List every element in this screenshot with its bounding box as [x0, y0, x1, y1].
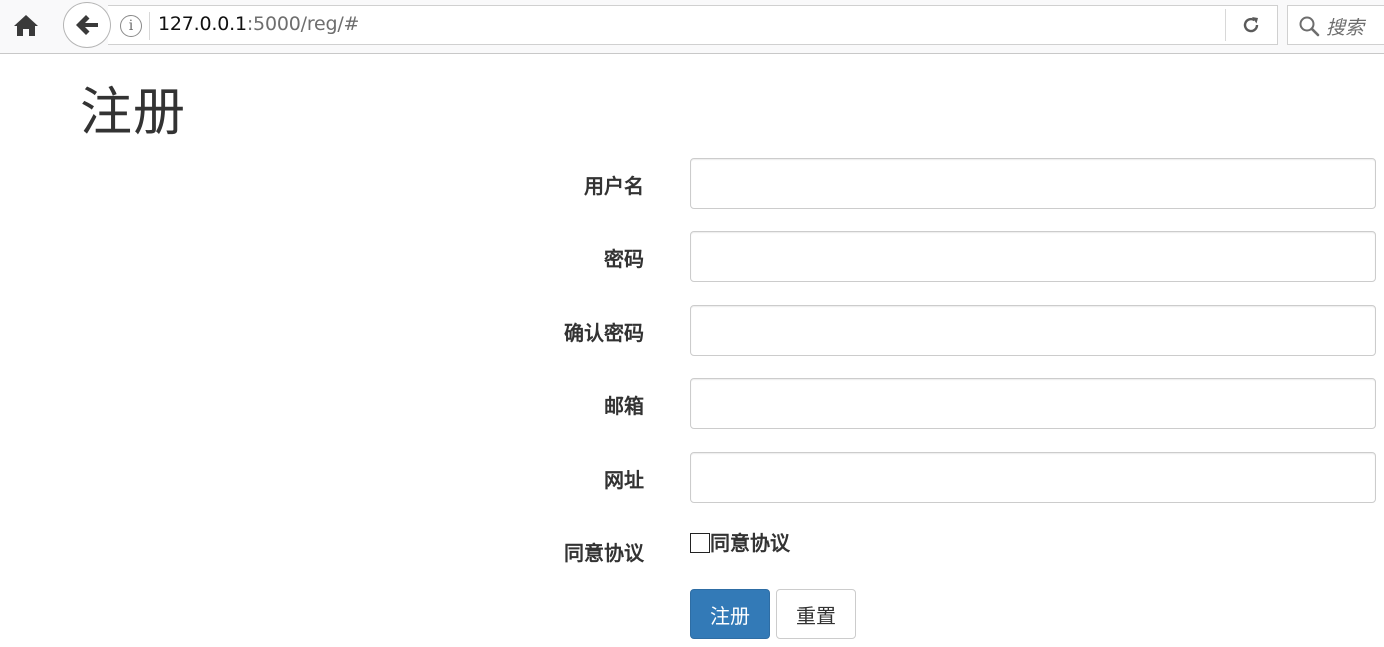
back-button[interactable]	[63, 2, 111, 48]
url-host: 127.0.0.1	[158, 13, 247, 35]
home-icon	[14, 15, 38, 36]
form-row-password: 密码	[0, 231, 1384, 283]
confirm-password-input[interactable]	[690, 305, 1376, 356]
browser-toolbar: i 127.0.0.1:5000/reg/# 搜索	[0, 0, 1384, 54]
page-title: 注册	[80, 83, 187, 143]
agree-checkbox-text[interactable]: 同意协议	[710, 530, 790, 556]
info-icon[interactable]: i	[120, 15, 142, 37]
form-row-website: 网址	[0, 452, 1384, 504]
reset-button[interactable]: 重置	[776, 589, 856, 639]
agree-checkbox[interactable]	[690, 533, 710, 553]
website-label: 网址	[604, 468, 644, 492]
back-arrow-icon	[76, 15, 98, 35]
email-label: 邮箱	[604, 394, 644, 418]
email-input[interactable]	[690, 378, 1376, 429]
website-input[interactable]	[690, 452, 1376, 503]
agree-label: 同意协议	[564, 541, 644, 565]
form-row-email: 邮箱	[0, 378, 1384, 430]
search-bar[interactable]: 搜索	[1287, 5, 1384, 45]
password-label: 密码	[604, 247, 644, 271]
confirm-password-label: 确认密码	[564, 321, 644, 345]
search-icon	[1299, 16, 1320, 37]
url-divider	[149, 12, 150, 40]
reload-button[interactable]	[1235, 12, 1267, 38]
url-bar[interactable]: i 127.0.0.1:5000/reg/#	[108, 5, 1278, 45]
register-button[interactable]: 注册	[690, 589, 770, 639]
home-button[interactable]	[6, 7, 46, 43]
form-row-confirm-password: 确认密码	[0, 305, 1384, 357]
search-placeholder: 搜索	[1326, 17, 1365, 39]
password-input[interactable]	[690, 231, 1376, 282]
form-row-username: 用户名	[0, 158, 1384, 210]
agree-checkbox-wrap[interactable]: 同意协议	[690, 530, 790, 556]
url-path: :5000/reg/#	[246, 13, 360, 35]
username-label: 用户名	[584, 174, 644, 198]
url-text[interactable]: 127.0.0.1:5000/reg/#	[158, 13, 359, 35]
username-input[interactable]	[690, 158, 1376, 209]
reload-divider	[1225, 9, 1226, 41]
reload-icon	[1243, 17, 1259, 33]
